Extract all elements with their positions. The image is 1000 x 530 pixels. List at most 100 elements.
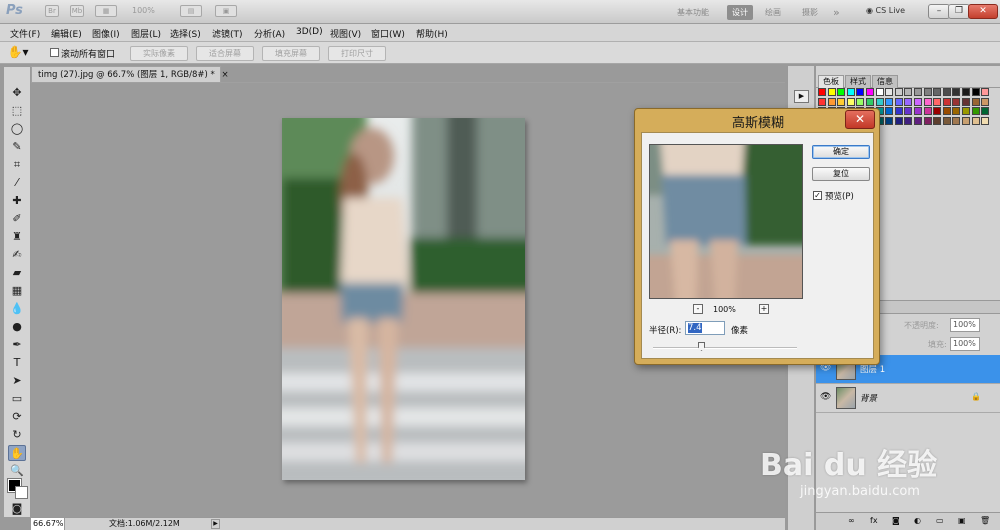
healing-brush-tool-icon[interactable]: ✚	[8, 193, 26, 209]
color-swatch[interactable]	[894, 97, 903, 106]
ok-button[interactable]: 确定	[812, 145, 870, 159]
new-group-icon[interactable]: ▭	[936, 516, 944, 525]
history-brush-tool-icon[interactable]: ✍	[8, 247, 26, 263]
color-swatch[interactable]	[818, 97, 826, 106]
color-swatch[interactable]	[904, 107, 913, 116]
scroll-all-windows-checkbox[interactable]	[50, 48, 59, 57]
zoom-tool-icon[interactable]: 🔍	[8, 463, 26, 479]
color-swatch[interactable]	[942, 107, 951, 116]
delete-layer-icon[interactable]: 🗑	[980, 516, 990, 525]
color-swatch[interactable]	[846, 88, 855, 96]
pen-tool-icon[interactable]: ✒	[8, 337, 26, 353]
color-swatch[interactable]	[866, 97, 874, 106]
lasso-tool-icon[interactable]: ◯	[8, 121, 26, 137]
bridge-icon[interactable]: Br	[45, 5, 59, 17]
gradient-tool-icon[interactable]: ▦	[8, 283, 26, 299]
menu-file[interactable]: 文件(F)	[10, 27, 40, 40]
color-swatch[interactable]	[971, 116, 980, 125]
color-swatch[interactable]	[875, 97, 884, 106]
color-swatch[interactable]	[866, 88, 874, 96]
color-swatch[interactable]	[981, 116, 990, 125]
color-swatch[interactable]	[914, 97, 922, 106]
color-swatch[interactable]	[952, 88, 961, 96]
color-swatch[interactable]	[837, 97, 846, 106]
print-size-button[interactable]: 打印尺寸	[328, 46, 386, 61]
color-swatch[interactable]	[818, 88, 826, 96]
eyedropper-tool-icon[interactable]: ⁄	[8, 175, 26, 191]
color-swatch[interactable]	[846, 97, 855, 106]
3d-rotate-tool-icon[interactable]: ⟳	[8, 409, 26, 425]
color-swatch[interactable]	[962, 88, 970, 96]
brush-tool-icon[interactable]: ✐	[8, 211, 26, 227]
move-tool-icon[interactable]: ✥	[8, 85, 26, 101]
layer-row-background[interactable]: 👁 背景 🔒	[816, 384, 1000, 413]
minimize-button[interactable]: –	[928, 4, 950, 19]
color-swatch[interactable]	[962, 97, 970, 106]
workspace-overflow-button[interactable]: »	[828, 5, 845, 20]
shape-tool-icon[interactable]: ▭	[8, 391, 26, 407]
color-swatch[interactable]	[885, 116, 894, 125]
menu-window[interactable]: 窗口(W)	[371, 27, 405, 40]
document-tab-close-icon[interactable]: ×	[222, 70, 229, 80]
color-swatch[interactable]	[875, 88, 884, 96]
color-swatch[interactable]	[942, 97, 951, 106]
blur-tool-icon[interactable]: 💧	[8, 301, 26, 317]
fit-screen-button[interactable]: 适合屏幕	[196, 46, 254, 61]
workspace-essentials[interactable]: 基本功能	[672, 5, 714, 20]
color-swatch[interactable]	[962, 116, 970, 125]
path-select-tool-icon[interactable]: ➤	[8, 373, 26, 389]
crop-tool-icon[interactable]: ⌗	[8, 157, 26, 173]
filter-preview[interactable]	[649, 144, 803, 299]
view-extras-icon[interactable]: ▦	[95, 5, 117, 17]
close-window-button[interactable]: ✕	[968, 4, 998, 19]
color-swatch[interactable]	[856, 97, 865, 106]
color-swatch[interactable]	[923, 107, 932, 116]
color-swatch[interactable]	[894, 107, 903, 116]
color-swatch[interactable]	[904, 116, 913, 125]
menu-3d[interactable]: 3D(D)	[296, 27, 323, 37]
restore-button[interactable]: ❐	[948, 4, 970, 19]
dialog-close-button[interactable]: ✕	[845, 110, 875, 129]
color-swatch[interactable]	[894, 116, 903, 125]
color-swatch[interactable]	[962, 107, 970, 116]
color-swatch[interactable]	[933, 97, 942, 106]
color-swatch[interactable]	[942, 116, 951, 125]
fill-field[interactable]: 100%	[950, 337, 980, 351]
preview-checkbox[interactable]: ✓	[813, 191, 822, 200]
eraser-tool-icon[interactable]: ▰	[8, 265, 26, 281]
actual-pixels-button[interactable]: 实际像素	[130, 46, 188, 61]
visibility-eye-icon[interactable]: 👁	[820, 392, 831, 402]
color-swatch[interactable]	[914, 107, 922, 116]
radius-input[interactable]: 7.4	[685, 321, 725, 335]
status-menu-arrow-icon[interactable]: ▶	[211, 519, 220, 529]
color-swatch[interactable]	[981, 97, 990, 106]
actions-panel-icon[interactable]: ▶	[794, 90, 809, 103]
document-tab[interactable]: timg (27).jpg @ 66.7% (图层 1, RGB/8#) * ×	[31, 66, 229, 83]
menu-edit[interactable]: 编辑(E)	[51, 27, 82, 40]
opacity-field[interactable]: 100%	[950, 318, 980, 332]
radius-slider-track[interactable]	[653, 347, 797, 349]
menu-help[interactable]: 帮助(H)	[416, 27, 448, 40]
status-zoom-field[interactable]: 66.67%	[31, 518, 65, 530]
color-swatch[interactable]	[952, 97, 961, 106]
menu-layer[interactable]: 图层(L)	[131, 27, 161, 40]
reset-button[interactable]: 复位	[812, 167, 870, 181]
menu-image[interactable]: 图像(I)	[92, 27, 120, 40]
quick-mask-icon[interactable]: ◙	[8, 501, 26, 517]
color-swatch[interactable]	[914, 116, 922, 125]
color-swatch[interactable]	[885, 97, 894, 106]
workspace-design[interactable]: 设计	[727, 5, 753, 20]
hand-tool-preset-icon[interactable]: ✋▾	[7, 45, 29, 61]
tab-styles[interactable]: 样式	[845, 75, 871, 88]
color-swatch[interactable]	[894, 88, 903, 96]
link-layers-icon[interactable]: ∞	[848, 516, 855, 525]
marquee-tool-icon[interactable]: ⬚	[8, 103, 26, 119]
color-swatch[interactable]	[885, 107, 894, 116]
menu-select[interactable]: 选择(S)	[170, 27, 201, 40]
color-swatch[interactable]	[827, 88, 836, 96]
layer-mask-icon[interactable]: ◙	[892, 516, 900, 525]
menu-view[interactable]: 视图(V)	[330, 27, 361, 40]
color-swatch[interactable]	[981, 88, 990, 96]
color-swatch[interactable]	[971, 107, 980, 116]
zoom-level-display[interactable]: 100%	[132, 6, 155, 15]
